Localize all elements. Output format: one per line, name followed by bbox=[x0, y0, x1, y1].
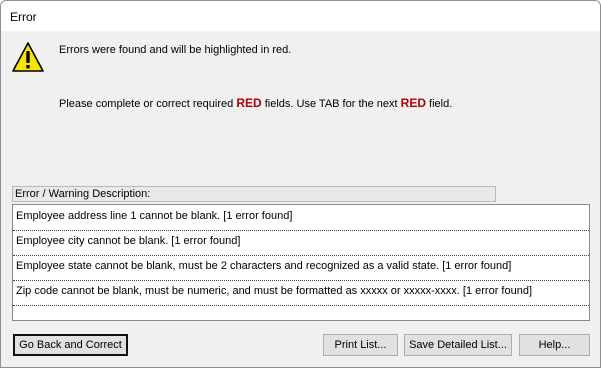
go-back-and-correct-button[interactable]: Go Back and Correct bbox=[13, 334, 128, 356]
list-item[interactable]: Zip code cannot be blank, must be numeri… bbox=[13, 281, 589, 306]
red-keyword: RED bbox=[400, 96, 426, 110]
warning-triangle-icon bbox=[12, 42, 44, 72]
list-item[interactable]: Employee city cannot be blank. [1 error … bbox=[13, 231, 589, 256]
error-summary-text: Errors were found and will be highlighte… bbox=[59, 44, 292, 56]
help-button[interactable]: Help... bbox=[519, 334, 590, 356]
list-item[interactable]: Employee state cannot be blank, must be … bbox=[13, 256, 589, 281]
instruction-middle: fields. Use TAB for the next bbox=[261, 98, 401, 110]
error-list[interactable]: Employee address line 1 cannot be blank.… bbox=[12, 204, 590, 321]
error-dialog: Error Errors were found and will be high… bbox=[0, 0, 601, 368]
window-title: Error bbox=[10, 10, 37, 24]
list-item[interactable]: Employee address line 1 cannot be blank.… bbox=[13, 206, 589, 231]
instruction-suffix: field. bbox=[426, 98, 453, 110]
list-header: Error / Warning Description: bbox=[12, 186, 496, 202]
print-list-button[interactable]: Print List... bbox=[323, 334, 398, 356]
save-detailed-list-button[interactable]: Save Detailed List... bbox=[404, 334, 512, 356]
instruction-text: Please complete or correct required RED … bbox=[59, 96, 452, 110]
title-bar: Error bbox=[1, 1, 600, 31]
red-keyword: RED bbox=[236, 96, 262, 110]
instruction-prefix: Please complete or correct required bbox=[59, 98, 237, 110]
